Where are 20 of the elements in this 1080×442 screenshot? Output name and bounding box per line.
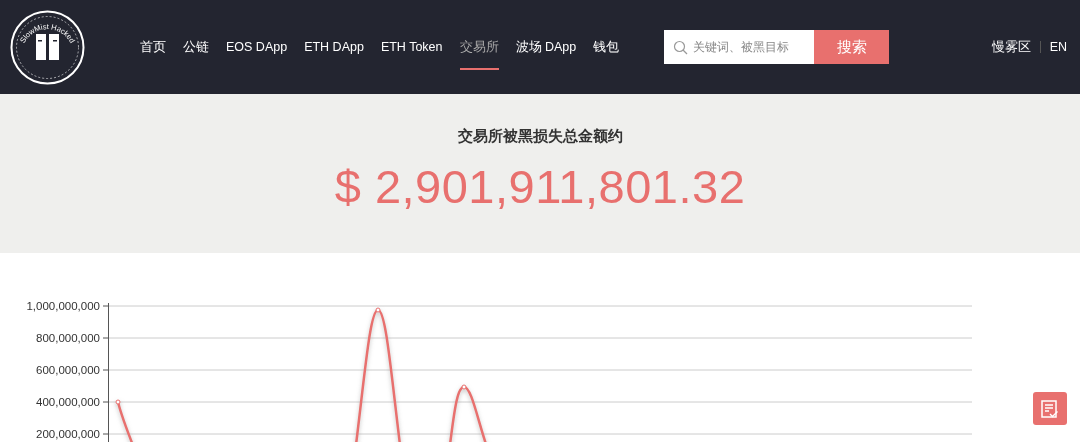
- banner-title: 交易所被黑损失总金额约: [457, 127, 623, 146]
- nav-tab[interactable]: 公链: [183, 0, 209, 94]
- feedback-button[interactable]: [1033, 392, 1067, 425]
- y-axis-label: 600,000,000: [36, 364, 100, 376]
- nav-tab[interactable]: 交易所: [459, 0, 499, 94]
- language-link[interactable]: EN: [1049, 40, 1067, 54]
- total-amount: $ 2,901,911,801.32: [334, 159, 746, 214]
- nav-tab[interactable]: ETH DApp: [304, 0, 364, 94]
- nav-tab[interactable]: EOS DApp: [226, 0, 288, 94]
- checklist-icon: [1040, 398, 1060, 419]
- nav-tab[interactable]: ETH Token: [380, 0, 443, 94]
- y-axis-label: 400,000,000: [36, 396, 100, 408]
- y-axis-label: 1,000,000,000: [26, 300, 100, 312]
- nav-tab[interactable]: 首页: [140, 0, 166, 94]
- nav-tab[interactable]: 钱包: [593, 0, 620, 94]
- y-axis-label: 200,000,000: [36, 428, 100, 440]
- search-field[interactable]: 关键词、被黑目标: [664, 30, 815, 64]
- nav-tab[interactable]: 波场 DApp: [515, 0, 577, 94]
- nav-link[interactable]: 慢雾区: [991, 38, 1031, 56]
- y-axis-label: 800,000,000: [36, 332, 100, 344]
